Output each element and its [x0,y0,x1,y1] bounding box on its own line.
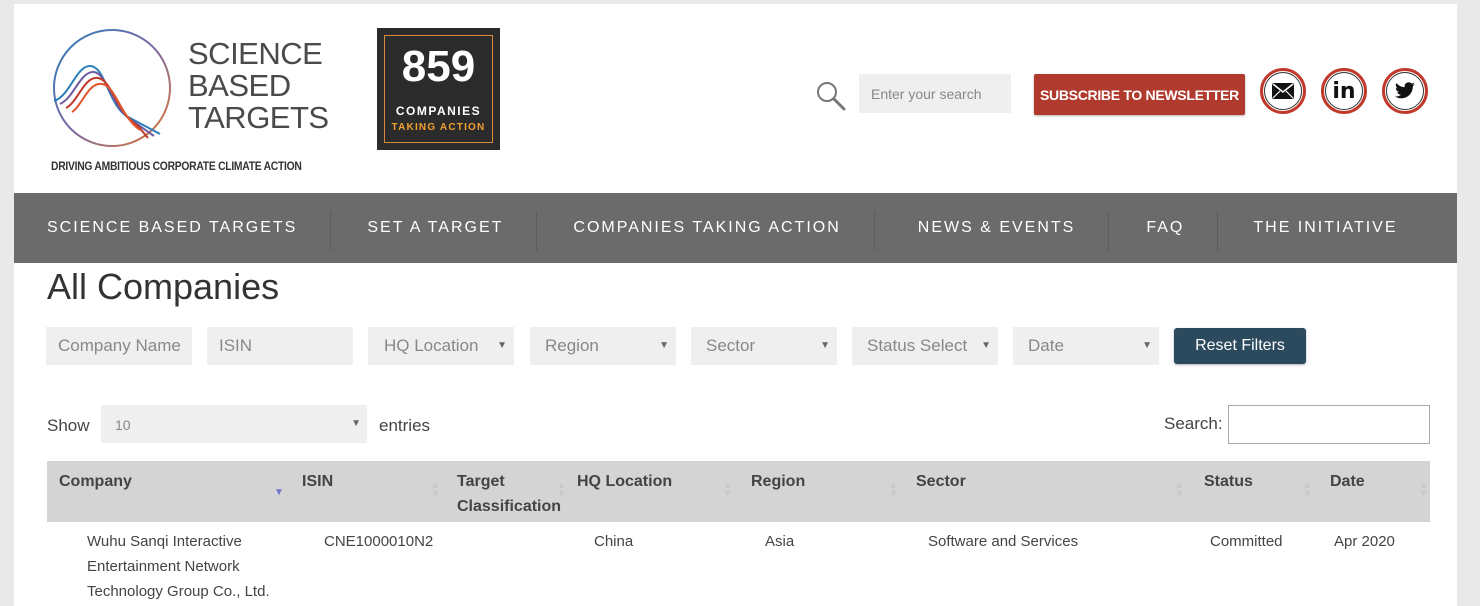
logo-line: TARGETS [188,100,329,135]
sort-icon[interactable]: ▲ ▼ [1175,481,1184,498]
mail-icon [1272,83,1294,99]
reset-filters-button[interactable]: Reset Filters [1174,328,1306,364]
chevron-down-icon: ▼ [820,340,830,351]
show-label: Show [47,416,90,435]
nav-item-science-based-targets[interactable]: SCIENCE BASED TARGETS [14,193,330,263]
counter-label: COMPANIES [395,104,482,118]
cell-sector: Software and Services [928,533,1079,550]
counter-sublabel: TAKING ACTION [391,122,486,133]
company-name-filter[interactable] [46,327,192,365]
cell-isin: CNE1000010N2 [324,533,434,550]
cell-status: Committed [1210,533,1283,550]
column-header-status[interactable]: Status [1204,469,1253,494]
chevron-down-icon: ▼ [1142,340,1152,351]
column-header-isin[interactable]: ISIN [302,469,333,494]
nav-item-set-a-target[interactable]: SET A TARGET [330,193,536,263]
sort-icon[interactable]: ▲ ▼ [1303,481,1312,498]
twitter-link[interactable] [1382,68,1428,114]
hq-location-select-label: HQ Location [384,336,479,355]
linkedin-icon: in [1332,78,1356,104]
page-title: All Companies [47,266,280,307]
twitter-icon [1395,82,1415,99]
subscribe-newsletter-button[interactable]: SUBSCRIBE TO NEWSLETTER [1034,74,1245,115]
cell-company: Wuhu Sanqi Interactive Entertainment Net… [87,533,270,600]
logo-text: SCIENCE BASED TARGETS [188,38,348,134]
table-search-label: Search: [1164,414,1223,433]
sort-icon[interactable]: ▲ ▼ [431,481,440,498]
column-header-date[interactable]: Date [1330,469,1365,494]
nav-item-news-events[interactable]: NEWS & EVENTS [873,193,1109,263]
cell-region: Asia [765,533,795,550]
nav-item-the-initiative[interactable]: THE INITIATIVE [1217,193,1430,263]
logo-line: SCIENCE [188,36,323,71]
column-header-sector[interactable]: Sector [916,469,966,494]
region-select-label: Region [545,336,599,355]
nav-item-companies-taking-action[interactable]: COMPANIES TAKING ACTION [536,193,873,263]
main-nav: SCIENCE BASED TARGETS SET A TARGET COMPA… [14,193,1457,263]
table-header: Company ▼ ISIN ▲ ▼ Target Classification … [47,461,1430,522]
logo-circle-icon [53,29,171,147]
sector-select-label: Sector [706,336,756,355]
date-select-label: Date [1028,336,1064,355]
table-search-input[interactable] [1228,405,1430,444]
logo-tagline: DRIVING AMBITIOUS CORPORATE CLIMATE ACTI… [51,159,302,173]
hq-location-select[interactable]: HQ Location ▼ [368,327,514,365]
column-header-hq-location[interactable]: HQ Location [577,469,672,494]
chevron-down-icon: ▼ [659,340,669,351]
entries-select[interactable]: 10 ▼ [101,405,367,443]
entries-select-value: 10 [115,417,131,433]
nav-item-faq[interactable]: FAQ [1108,193,1217,263]
isin-filter[interactable] [207,327,353,365]
sector-select[interactable]: Sector ▼ [691,327,837,365]
column-header-region[interactable]: Region [751,469,805,494]
logo-line: BASED [188,68,291,103]
table-row[interactable]: Wuhu Sanqi Interactive Entertainment Net… [47,522,1430,606]
cell-hq-location: China [594,533,634,550]
sort-desc-icon[interactable]: ▼ [274,488,284,498]
sbt-logo[interactable]: SCIENCE BASED TARGETS DRIVING AMBITIOUS … [50,26,340,176]
mail-link[interactable] [1260,68,1306,114]
header-search-input[interactable] [859,74,1011,113]
chevron-down-icon: ▼ [351,418,361,429]
sort-icon[interactable]: ▲ ▼ [723,481,732,498]
companies-counter-badge[interactable]: 859 COMPANIES TAKING ACTION [377,28,500,150]
chevron-down-icon: ▼ [981,340,991,351]
region-select[interactable]: Region ▼ [530,327,676,365]
sort-icon[interactable]: ▲ ▼ [1419,481,1428,498]
counter-number: 859 [401,42,476,91]
sort-icon[interactable]: ▲ ▼ [889,481,898,498]
sort-icon[interactable]: ▲ ▼ [557,481,566,498]
date-select[interactable]: Date ▼ [1013,327,1159,365]
entries-label: entries [379,416,431,435]
linkedin-link[interactable]: in [1321,68,1367,114]
column-header-target-classification[interactable]: Target Classification [457,469,561,519]
search-icon[interactable] [815,80,847,112]
page: SCIENCE BASED TARGETS DRIVING AMBITIOUS … [14,4,1457,606]
status-select-label: Status Select [867,336,968,355]
column-header-company[interactable]: Company [59,469,132,494]
chevron-down-icon: ▼ [497,340,507,351]
cell-date: Apr 2020 [1334,533,1395,550]
status-select[interactable]: Status Select ▼ [852,327,998,365]
